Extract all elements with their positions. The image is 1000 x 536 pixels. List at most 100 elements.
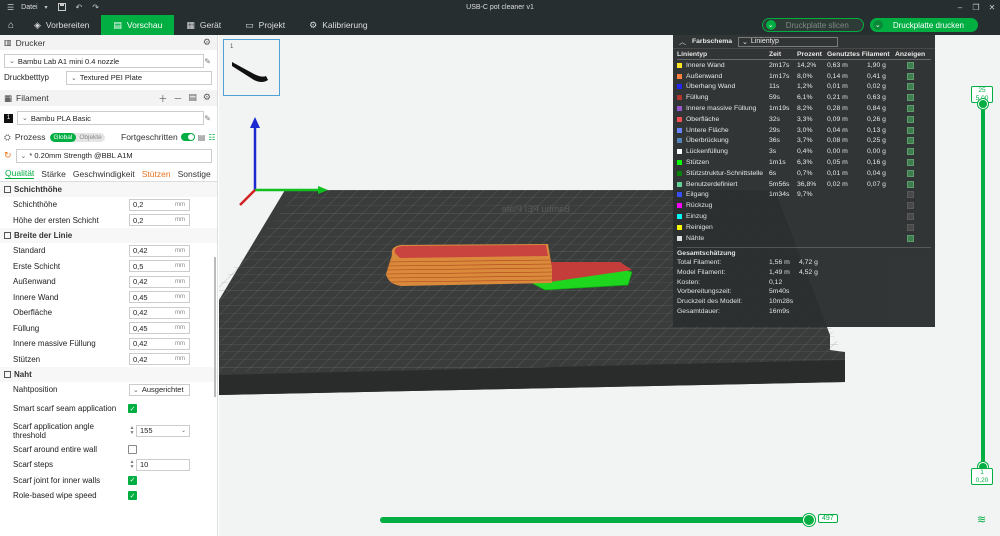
print-plate-button[interactable]: ⌄ Druckplatte drucken (869, 18, 978, 32)
visibility-checkbox[interactable] (906, 234, 914, 242)
filament-select[interactable]: ⌄ Bambu PLA Basic (17, 111, 204, 125)
restore-icon[interactable]: ❐ (968, 0, 984, 15)
first-layer-height-input[interactable]: 0,2 mm (129, 214, 190, 227)
slice-plate-button[interactable]: ⌄ Druckplatte slicen (761, 18, 864, 32)
legend-show-toggle[interactable] (895, 191, 925, 199)
visibility-checkbox[interactable] (906, 126, 914, 134)
legend-show-toggle[interactable] (895, 234, 925, 242)
reset-icon[interactable]: ↻ (4, 150, 12, 161)
legend-show-toggle[interactable] (895, 180, 925, 188)
visibility-checkbox[interactable] (906, 83, 914, 91)
edit-icon[interactable]: ✎ (204, 57, 211, 66)
tab-quality[interactable]: Qualität (5, 168, 35, 179)
visibility-checkbox[interactable] (906, 202, 914, 210)
visibility-checkbox[interactable] (906, 61, 914, 69)
hamburger-menu-icon[interactable]: ☰ (4, 3, 17, 12)
global-toggle-option[interactable]: Global (49, 132, 77, 142)
legend-show-toggle[interactable] (895, 72, 925, 80)
home-icon[interactable]: ⌂ (0, 15, 22, 35)
width-support-input[interactable]: 0,42 mm (129, 353, 190, 366)
redo-icon[interactable]: ↷ (89, 3, 102, 12)
chevron-down-icon[interactable]: ⌄ (181, 427, 186, 434)
visibility-checkbox[interactable] (906, 72, 914, 80)
tab-strength[interactable]: Stärke (41, 169, 66, 179)
legend-show-toggle[interactable] (895, 137, 925, 145)
layer-slider-track[interactable] (981, 104, 985, 466)
collapse-icon[interactable]: ︿ (679, 37, 686, 47)
visibility-checkbox[interactable] (906, 148, 914, 156)
tab-calibration[interactable]: ⚙ Kalibrierung (297, 15, 379, 35)
layer-height-input[interactable]: 0,2 mm (129, 198, 190, 211)
move-slider[interactable] (380, 514, 815, 526)
width-top-surface-input[interactable]: 0,42 mm (129, 306, 190, 319)
visibility-checkbox[interactable] (906, 105, 914, 113)
legend-show-toggle[interactable] (895, 159, 925, 167)
plate-thumbnail[interactable]: 1 (223, 39, 280, 96)
spinner-arrows-icon[interactable]: ▲ ▼ (128, 459, 136, 470)
legend-show-toggle[interactable] (895, 61, 925, 69)
legend-show-toggle[interactable] (895, 105, 925, 113)
save-icon[interactable] (55, 2, 69, 13)
bed-type-select[interactable]: ⌄ Textured PEI Plate (66, 70, 212, 85)
move-slider-track[interactable] (380, 517, 810, 523)
role-wipe-checkbox[interactable]: ✓ (128, 491, 137, 501)
printer-select[interactable]: ⌄ Bambu Lab A1 mini 0.4 nozzle (4, 54, 204, 68)
visibility-checkbox[interactable] (906, 169, 914, 177)
global-objects-toggle[interactable]: Global Objekte (49, 132, 105, 142)
tab-speed[interactable]: Geschwindigkeit (73, 169, 135, 179)
layers-icon[interactable]: ≋ (977, 513, 986, 526)
scarf-inner-checkbox[interactable]: ✓ (128, 475, 137, 485)
legend-show-toggle[interactable] (895, 126, 925, 134)
edit-icon[interactable]: ✎ (204, 114, 211, 123)
scarf-angle-spinner[interactable]: ▲ ▼ 155 ⌄ (128, 424, 190, 437)
color-scheme-select[interactable]: ⌄ Linientyp (738, 36, 839, 47)
visibility-checkbox[interactable] (906, 213, 914, 221)
visibility-checkbox[interactable] (906, 191, 914, 199)
legend-show-toggle[interactable] (895, 213, 925, 221)
advanced-switch[interactable] (180, 133, 195, 141)
add-icon[interactable]: ＋ (158, 92, 167, 105)
minimize-icon[interactable]: – (952, 0, 968, 15)
sidebar-scrollbar[interactable] (214, 257, 216, 397)
legend-show-toggle[interactable] (895, 148, 925, 156)
width-inner-wall-input[interactable]: 0,45 mm (129, 291, 190, 304)
gear-icon[interactable]: ⚙ (203, 37, 211, 48)
tab-prepare[interactable]: ◈ Vorbereiten (22, 15, 101, 35)
legend-show-toggle[interactable] (895, 223, 925, 231)
undo-icon[interactable]: ↶ (73, 3, 86, 12)
list-icon[interactable]: ▤ (188, 92, 197, 105)
scarf-around-checkbox[interactable] (128, 444, 137, 454)
legend-show-toggle[interactable] (895, 94, 925, 102)
width-infill-input[interactable]: 0,45 mm (129, 322, 190, 335)
chevron-down-icon[interactable]: ⌄ (765, 20, 776, 30)
process-preset-select[interactable]: ⌄ * 0.20mm Strength @BBL A1M (15, 148, 212, 163)
visibility-checkbox[interactable] (906, 115, 914, 123)
legend-show-toggle[interactable] (895, 83, 925, 91)
close-icon[interactable]: ✕ (984, 0, 1000, 15)
smart-scarf-checkbox[interactable]: ✓ (128, 404, 137, 413)
visibility-checkbox[interactable] (906, 223, 914, 231)
width-outer-wall-input[interactable]: 0,42 mm (129, 275, 190, 288)
visibility-checkbox[interactable] (906, 180, 914, 188)
legend-show-toggle[interactable] (895, 169, 925, 177)
tab-device[interactable]: ▦ Gerät (174, 15, 233, 35)
visibility-checkbox[interactable] (906, 94, 914, 102)
chevron-down-icon[interactable]: ⌄ (872, 20, 883, 30)
width-default-input[interactable]: 0,42 mm (129, 244, 190, 257)
chevron-down-icon[interactable]: ▾ (42, 4, 51, 11)
layer-slider[interactable]: 25 5,00 1 0,20 (971, 86, 996, 486)
objects-toggle-option[interactable]: Objekte (76, 133, 104, 142)
layer-top-handle[interactable] (978, 99, 988, 109)
scarf-steps-spinner[interactable]: ▲ ▼ 10 (128, 458, 190, 471)
compare-icon[interactable]: ▤ (198, 133, 206, 142)
tab-project[interactable]: ▭ Projekt (233, 15, 297, 35)
width-solid-infill-input[interactable]: 0,42 mm (129, 337, 190, 350)
width-first-layer-input[interactable]: 0,5 mm (129, 260, 190, 273)
visibility-checkbox[interactable] (906, 137, 914, 145)
tab-preview[interactable]: ▤ Vorschau (101, 15, 175, 35)
legend-show-toggle[interactable] (895, 115, 925, 123)
visibility-checkbox[interactable] (906, 159, 914, 167)
move-slider-handle[interactable] (803, 514, 815, 526)
spinner-arrows-icon[interactable]: ▲ ▼ (128, 425, 136, 436)
settings-list-icon[interactable]: ☷ (208, 133, 215, 142)
